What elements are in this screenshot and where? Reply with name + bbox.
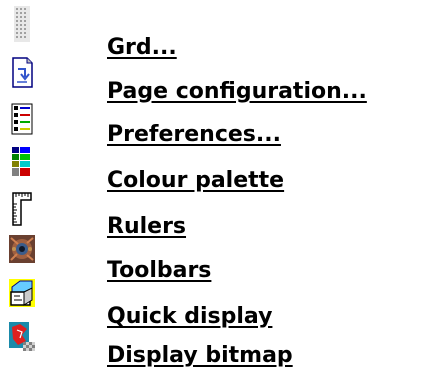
display-bitmap-icon: [8, 321, 36, 351]
menu-item-label-page-configuration[interactable]: Page configuration...: [107, 79, 367, 105]
menu-item-preferences[interactable]: Preferences...: [0, 103, 426, 147]
preferences-icon: [8, 103, 36, 135]
quick-display-icon: [8, 278, 36, 308]
menu-item-label-preferences[interactable]: Preferences...: [107, 122, 281, 148]
menu-item-colour-palette[interactable]: Colour palette: [0, 146, 426, 193]
menu-item-page-configuration[interactable]: Page configuration...: [0, 57, 426, 104]
menu-item-grid[interactable]: Grd...: [0, 4, 426, 60]
colour-palette-icon: [8, 146, 36, 177]
menu-item-display-bitmap[interactable]: Display bitmap: [0, 321, 426, 369]
toolbars-icon: [8, 234, 36, 264]
menu-item-quick-display[interactable]: Quick display: [0, 278, 426, 329]
menu-item-label-display-bitmap[interactable]: Display bitmap: [107, 343, 293, 369]
menu-item-rulers[interactable]: Rulers: [0, 192, 426, 239]
menu-item-toolbars[interactable]: Toolbars: [0, 234, 426, 283]
page-config-icon: [8, 57, 36, 88]
menu-item-label-colour-palette[interactable]: Colour palette: [107, 168, 284, 194]
grid-icon: [8, 6, 36, 42]
rulers-icon: [8, 192, 36, 226]
